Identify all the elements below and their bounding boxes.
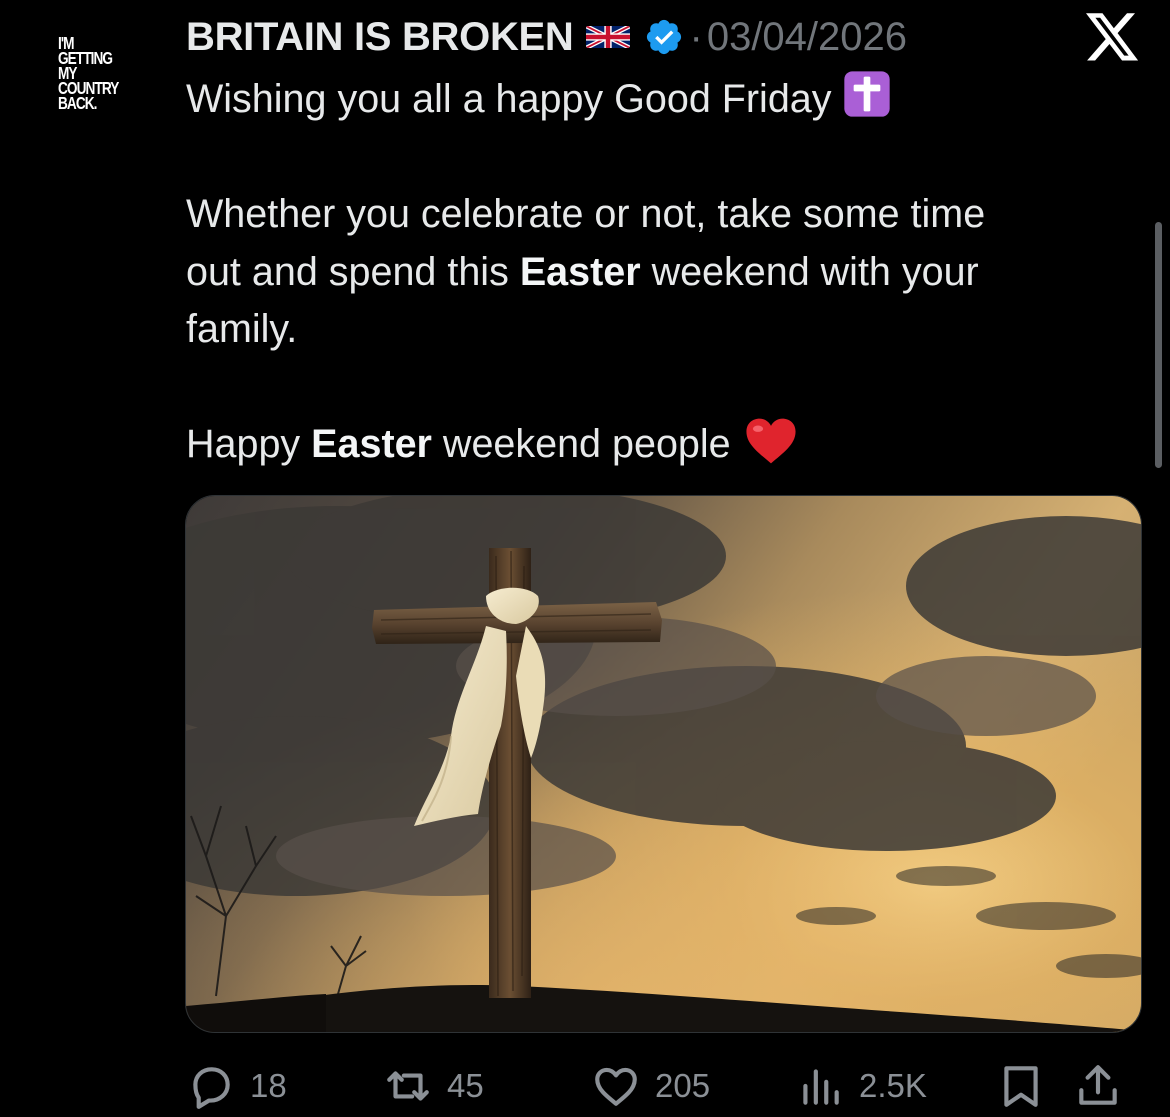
- scrollbar[interactable]: [1155, 222, 1162, 468]
- tweet-text: Wishing you all a happy Good Friday Whet…: [186, 70, 1126, 474]
- avatar-line: BACK.: [58, 93, 97, 113]
- verified-badge-icon: [646, 19, 681, 55]
- views-icon: [803, 1069, 839, 1105]
- tweet-line: Whether you celebrate or not, take some …: [186, 192, 986, 236]
- reply-icon: [193, 1067, 230, 1109]
- x-logo-icon[interactable]: [1086, 13, 1140, 63]
- photo-cross-at-sunset: [186, 496, 1141, 1032]
- tweet-line-text: weekend people: [431, 422, 731, 466]
- tweet-line-text: weekend with your: [640, 249, 979, 294]
- red-heart-emoji: [746, 418, 796, 464]
- reply-button[interactable]: 18: [186, 1058, 287, 1114]
- action-bar: 18 45 205 2.5K: [0, 1058, 1170, 1114]
- post-date[interactable]: 03/04/2026: [707, 15, 907, 60]
- display-name[interactable]: BRITAIN IS BROKEN: [186, 15, 574, 60]
- tweet-line: Wishing you all a happy Good Friday: [186, 70, 1126, 129]
- latin-cross-emoji: [843, 71, 890, 117]
- reply-count: 18: [250, 1067, 287, 1104]
- separator-dot: ·: [689, 14, 703, 59]
- like-count: 205: [655, 1067, 711, 1104]
- tweet-line-text: Happy: [186, 422, 312, 466]
- bold-word: Easter: [519, 249, 641, 294]
- like-button[interactable]: 205: [591, 1058, 710, 1114]
- avatar[interactable]: I'M GETTING MY COUNTRY BACK.: [58, 34, 120, 113]
- share-icon: [1079, 1065, 1117, 1105]
- tweet-line-text: Wishing you all a happy Good Friday: [186, 77, 832, 121]
- tweet-line: family.: [186, 307, 298, 351]
- heart-icon: [595, 1067, 637, 1106]
- bookmark-icon: [1004, 1066, 1038, 1107]
- tweet-line-text: out and spend this: [186, 249, 520, 294]
- tweet-line: out and spend this Easter weekend with y…: [186, 244, 1126, 302]
- bold-word: Easter: [311, 422, 432, 466]
- views-button[interactable]: 2.5K: [795, 1058, 927, 1114]
- repost-icon: [387, 1071, 429, 1101]
- tweet-photo[interactable]: [185, 495, 1142, 1033]
- uk-flag-icon: [585, 26, 630, 48]
- bookmark-button[interactable]: [996, 1058, 1046, 1114]
- views-count: 2.5K: [859, 1067, 927, 1104]
- share-button[interactable]: [1073, 1058, 1123, 1114]
- repost-button[interactable]: 45: [383, 1058, 484, 1114]
- tweet-line: Happy Easter weekend people: [186, 416, 1126, 474]
- tweet-header: BRITAIN IS BROKEN · 03/04/2026: [186, 12, 907, 62]
- repost-count: 45: [447, 1067, 484, 1104]
